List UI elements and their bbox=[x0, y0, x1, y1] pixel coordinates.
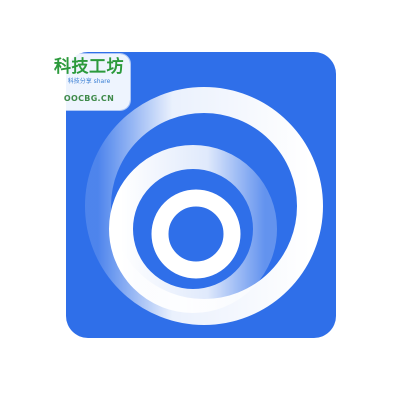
inner-ring bbox=[151, 189, 241, 279]
watermark-badge: 科技工坊 科技分享 share OOCBG.CN bbox=[48, 54, 130, 110]
watermark-title: 科技工坊 bbox=[54, 57, 124, 77]
watermark-subtitle: 科技分享 share bbox=[67, 78, 111, 85]
watermark-domain: OOCBG.CN bbox=[63, 94, 115, 103]
image-canvas: 科技工坊 科技分享 share OOCBG.CN bbox=[0, 0, 400, 400]
middle-ring bbox=[109, 145, 277, 313]
